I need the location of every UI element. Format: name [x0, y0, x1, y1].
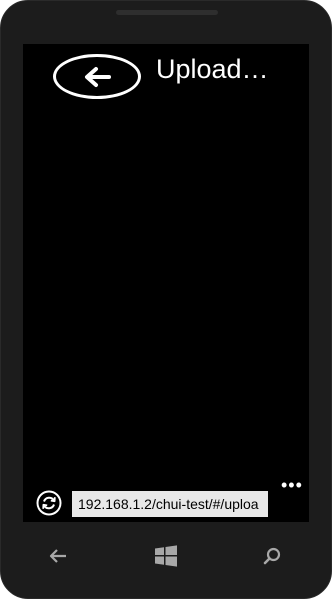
url-field[interactable]: 192.168.1.2/chui-test/#/uploa — [72, 491, 268, 517]
page-title: Upload… — [156, 54, 269, 84]
address-bar: 192.168.1.2/chui-test/#/uploa ••• — [23, 475, 309, 522]
refresh-icon — [36, 490, 62, 516]
back-button[interactable] — [53, 54, 141, 99]
phone-frame: Upload… 192.168.1.2/chui-test/#/uploa ••… — [0, 0, 332, 599]
windows-start-icon — [155, 545, 177, 567]
hardware-start-button[interactable] — [151, 541, 181, 571]
arrow-left-icon — [85, 66, 111, 87]
ellipsis-icon: ••• — [281, 475, 303, 495]
back-arrow-icon — [49, 549, 66, 563]
speaker-grille — [116, 10, 218, 15]
refresh-button[interactable] — [36, 490, 62, 516]
hardware-search-button[interactable] — [257, 541, 287, 571]
hardware-back-button[interactable] — [43, 541, 73, 571]
screen: Upload… 192.168.1.2/chui-test/#/uploa ••… — [23, 44, 309, 522]
more-menu-button[interactable]: ••• — [281, 475, 303, 496]
search-icon — [263, 547, 281, 565]
